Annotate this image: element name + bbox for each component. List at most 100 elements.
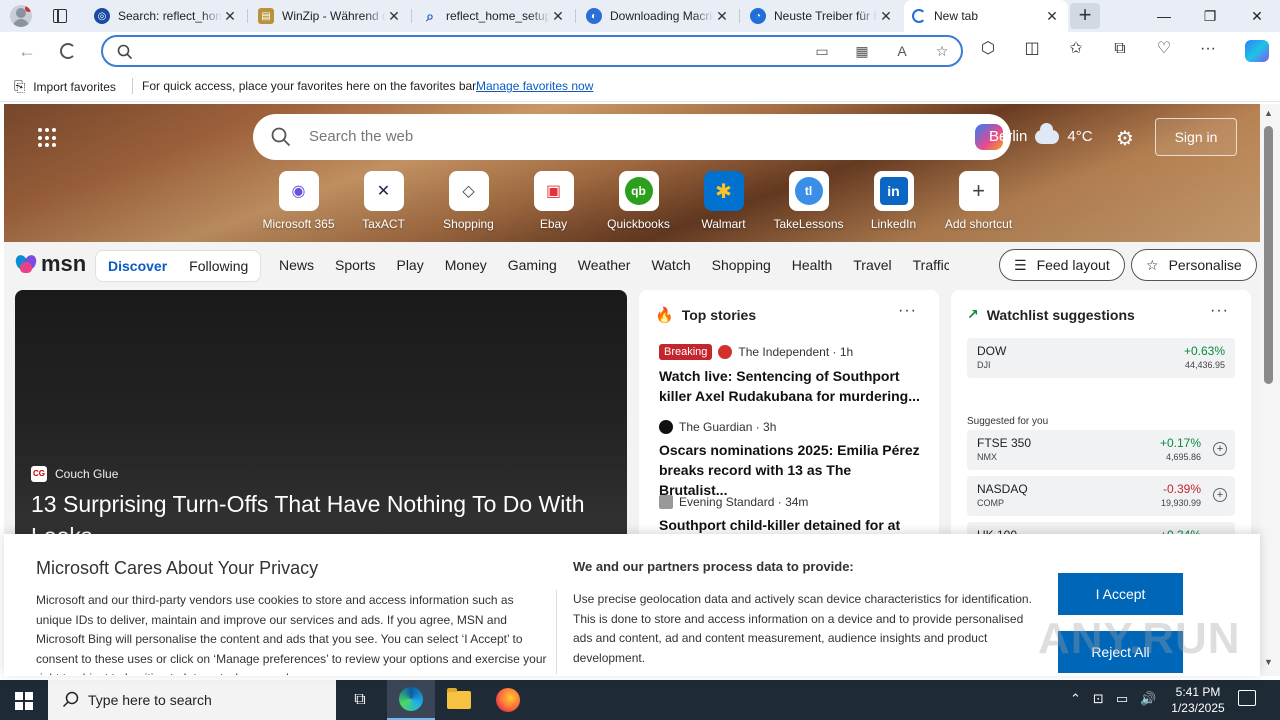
- following-tab[interactable]: Following: [189, 258, 248, 274]
- app-launcher-icon[interactable]: [38, 128, 58, 148]
- tab-actions-icon[interactable]: [53, 9, 67, 23]
- scroll-up-arrow-icon[interactable]: ▲: [1264, 108, 1273, 118]
- shortcut-linkedin[interactable]: in LinkedIn: [851, 171, 936, 231]
- taskbar-clock[interactable]: 5:41 PM 1/23/2025: [1162, 684, 1234, 716]
- collections-icon[interactable]: ⧉: [1110, 38, 1130, 60]
- add-to-watchlist-icon[interactable]: +: [1213, 488, 1227, 502]
- tab-search-reflect[interactable]: ◎ Search: reflect_home_setup ✕: [86, 0, 246, 32]
- shortcut-add[interactable]: + Add shortcut: [936, 171, 1021, 231]
- web-search-box[interactable]: Search the web: [253, 114, 1011, 160]
- new-tab-button[interactable]: +: [1070, 3, 1100, 29]
- tab-winzip[interactable]: ▤ WinZip - Während des Setups ✕: [250, 0, 410, 32]
- tab-reflect-setup[interactable]: ⌕ reflect_home_setup.exe ✕: [414, 0, 574, 32]
- network-icon[interactable]: ▭: [1116, 691, 1128, 707]
- browser-essentials-icon[interactable]: ♡: [1154, 38, 1174, 60]
- loading-stop-icon[interactable]: [60, 43, 76, 59]
- shortcut-walmart[interactable]: ✱ Walmart: [681, 171, 766, 231]
- shortcut-quickbooks[interactable]: qb Quickbooks: [596, 171, 681, 231]
- tab-treiber[interactable]: ◔ Neuste Treiber für Ihre Geräte ✕: [742, 0, 902, 32]
- firefox-icon[interactable]: [484, 680, 532, 720]
- split-screen-icon[interactable]: ◫: [1022, 38, 1042, 60]
- close-tab-icon[interactable]: ✕: [386, 8, 402, 25]
- ticker-row[interactable]: FTSE 350 NMX +0.17% 4,695.86 +: [967, 430, 1235, 470]
- msn-logo[interactable]: msn: [13, 251, 86, 277]
- personalise-button[interactable]: ☆ Personalise: [1131, 249, 1257, 281]
- close-tab-icon[interactable]: ✕: [714, 8, 730, 25]
- story-headline[interactable]: Oscars nominations 2025: Emilia Pérez br…: [659, 440, 921, 500]
- category-sports[interactable]: Sports: [335, 257, 375, 273]
- shortcut-ebay[interactable]: ▣ Ebay: [511, 171, 596, 231]
- read-aloud-icon[interactable]: A: [893, 42, 911, 60]
- tab-new-tab[interactable]: New tab ✕: [904, 0, 1068, 32]
- ticker-row[interactable]: DOW DJI +0.63% 44,436.95: [967, 338, 1235, 378]
- feed-layout-button[interactable]: ☰ Feed layout: [999, 249, 1125, 281]
- scrollbar-thumb[interactable]: [1264, 126, 1273, 384]
- profile-avatar[interactable]: [10, 5, 32, 27]
- accept-button[interactable]: I Accept: [1058, 573, 1183, 615]
- windows-start-icon[interactable]: [15, 692, 33, 710]
- more-menu-icon[interactable]: ···: [1198, 38, 1218, 60]
- category-play[interactable]: Play: [396, 257, 423, 273]
- category-travel[interactable]: Travel: [853, 257, 891, 273]
- category-traffic[interactable]: Traffic: [913, 257, 949, 273]
- category-watch[interactable]: Watch: [651, 257, 690, 273]
- notifications-icon[interactable]: [1238, 690, 1256, 706]
- category-shopping[interactable]: Shopping: [712, 257, 771, 273]
- import-favorites-button[interactable]: ⎘ Import favorites: [14, 78, 116, 95]
- ticker-symbol: COMP: [977, 498, 1004, 508]
- category-news[interactable]: News: [279, 257, 314, 273]
- shortcut-takelessons[interactable]: tl TakeLessons: [766, 171, 851, 231]
- category-gaming[interactable]: Gaming: [508, 257, 557, 273]
- close-tab-icon[interactable]: ✕: [222, 8, 238, 25]
- shortcut-shopping[interactable]: ◇ Shopping: [426, 171, 511, 231]
- story-headline[interactable]: Southport child-killer detained for at: [659, 515, 921, 535]
- shortcut-taxact[interactable]: ✕ TaxACT: [341, 171, 426, 231]
- file-explorer-icon[interactable]: [435, 680, 483, 720]
- close-tab-icon[interactable]: ✕: [550, 8, 566, 25]
- extensions-icon[interactable]: ⬡: [978, 38, 998, 60]
- feed-toggle: Discover Following: [95, 250, 262, 282]
- close-window-button[interactable]: ✕: [1234, 0, 1280, 32]
- tab-downloading-macrium[interactable]: ◐ Downloading Macrium Reflect ✕: [578, 0, 738, 32]
- discover-tab[interactable]: Discover: [108, 258, 167, 274]
- copilot-icon[interactable]: [1245, 40, 1269, 62]
- scroll-down-arrow-icon[interactable]: ▼: [1264, 657, 1273, 667]
- sign-in-button[interactable]: Sign in: [1155, 118, 1237, 156]
- top-stories-more-button[interactable]: ···: [898, 302, 917, 320]
- weather-widget[interactable]: Berlin 4°C: [989, 122, 1093, 145]
- watchlist-title: Watchlist suggestions: [986, 306, 1135, 323]
- task-view-icon[interactable]: ⧉: [336, 680, 384, 720]
- taskbar-search-box[interactable]: Type here to search: [48, 680, 336, 720]
- story-item[interactable]: The Guardian · 3h Oscars nominations 202…: [659, 420, 921, 500]
- shortcut-microsoft-365[interactable]: ◉ Microsoft 365: [256, 171, 341, 231]
- address-bar[interactable]: ▭ ▦ A ☆: [101, 35, 963, 67]
- watchlist-more-button[interactable]: ···: [1210, 302, 1229, 320]
- web-search-placeholder: Search the web: [309, 128, 414, 145]
- weather-city: Berlin: [989, 128, 1028, 145]
- close-tab-icon[interactable]: ✕: [878, 8, 894, 25]
- favorite-star-icon[interactable]: ☆: [933, 42, 951, 60]
- bing-favicon-icon: ◎: [94, 8, 110, 24]
- edge-taskbar-icon[interactable]: [387, 680, 435, 720]
- page-scrollbar[interactable]: ▲ ▼: [1260, 104, 1280, 676]
- maximize-button[interactable]: ❐: [1187, 0, 1233, 32]
- minimize-button[interactable]: —: [1141, 0, 1187, 32]
- category-money[interactable]: Money: [445, 257, 487, 273]
- category-weather[interactable]: Weather: [578, 257, 631, 273]
- ticker-row[interactable]: NASDAQ COMP -0.39% 19,930.99 +: [967, 476, 1235, 516]
- add-to-watchlist-icon[interactable]: +: [1213, 442, 1227, 456]
- volume-icon[interactable]: 🔊: [1140, 691, 1156, 707]
- app-available-icon[interactable]: ▭: [813, 42, 831, 60]
- qr-code-icon[interactable]: ▦: [853, 42, 871, 60]
- category-health[interactable]: Health: [792, 257, 832, 273]
- story-item[interactable]: Evening Standard · 34m Southport child-k…: [659, 495, 921, 535]
- settings-gear-icon[interactable]: ⚙: [1116, 126, 1134, 151]
- manage-favorites-link[interactable]: Manage favorites now: [476, 79, 593, 93]
- show-hidden-icons-chevron-icon[interactable]: ⌃: [1070, 691, 1081, 707]
- device-icon[interactable]: ⊡: [1093, 691, 1104, 707]
- favorites-icon[interactable]: ✩: [1066, 38, 1086, 60]
- story-headline[interactable]: Watch live: Sentencing of Southport kill…: [659, 366, 921, 406]
- story-item[interactable]: Breaking The Independent · 1h Watch live…: [659, 344, 921, 406]
- back-button[interactable]: ←: [14, 39, 40, 63]
- close-tab-icon[interactable]: ✕: [1044, 8, 1060, 25]
